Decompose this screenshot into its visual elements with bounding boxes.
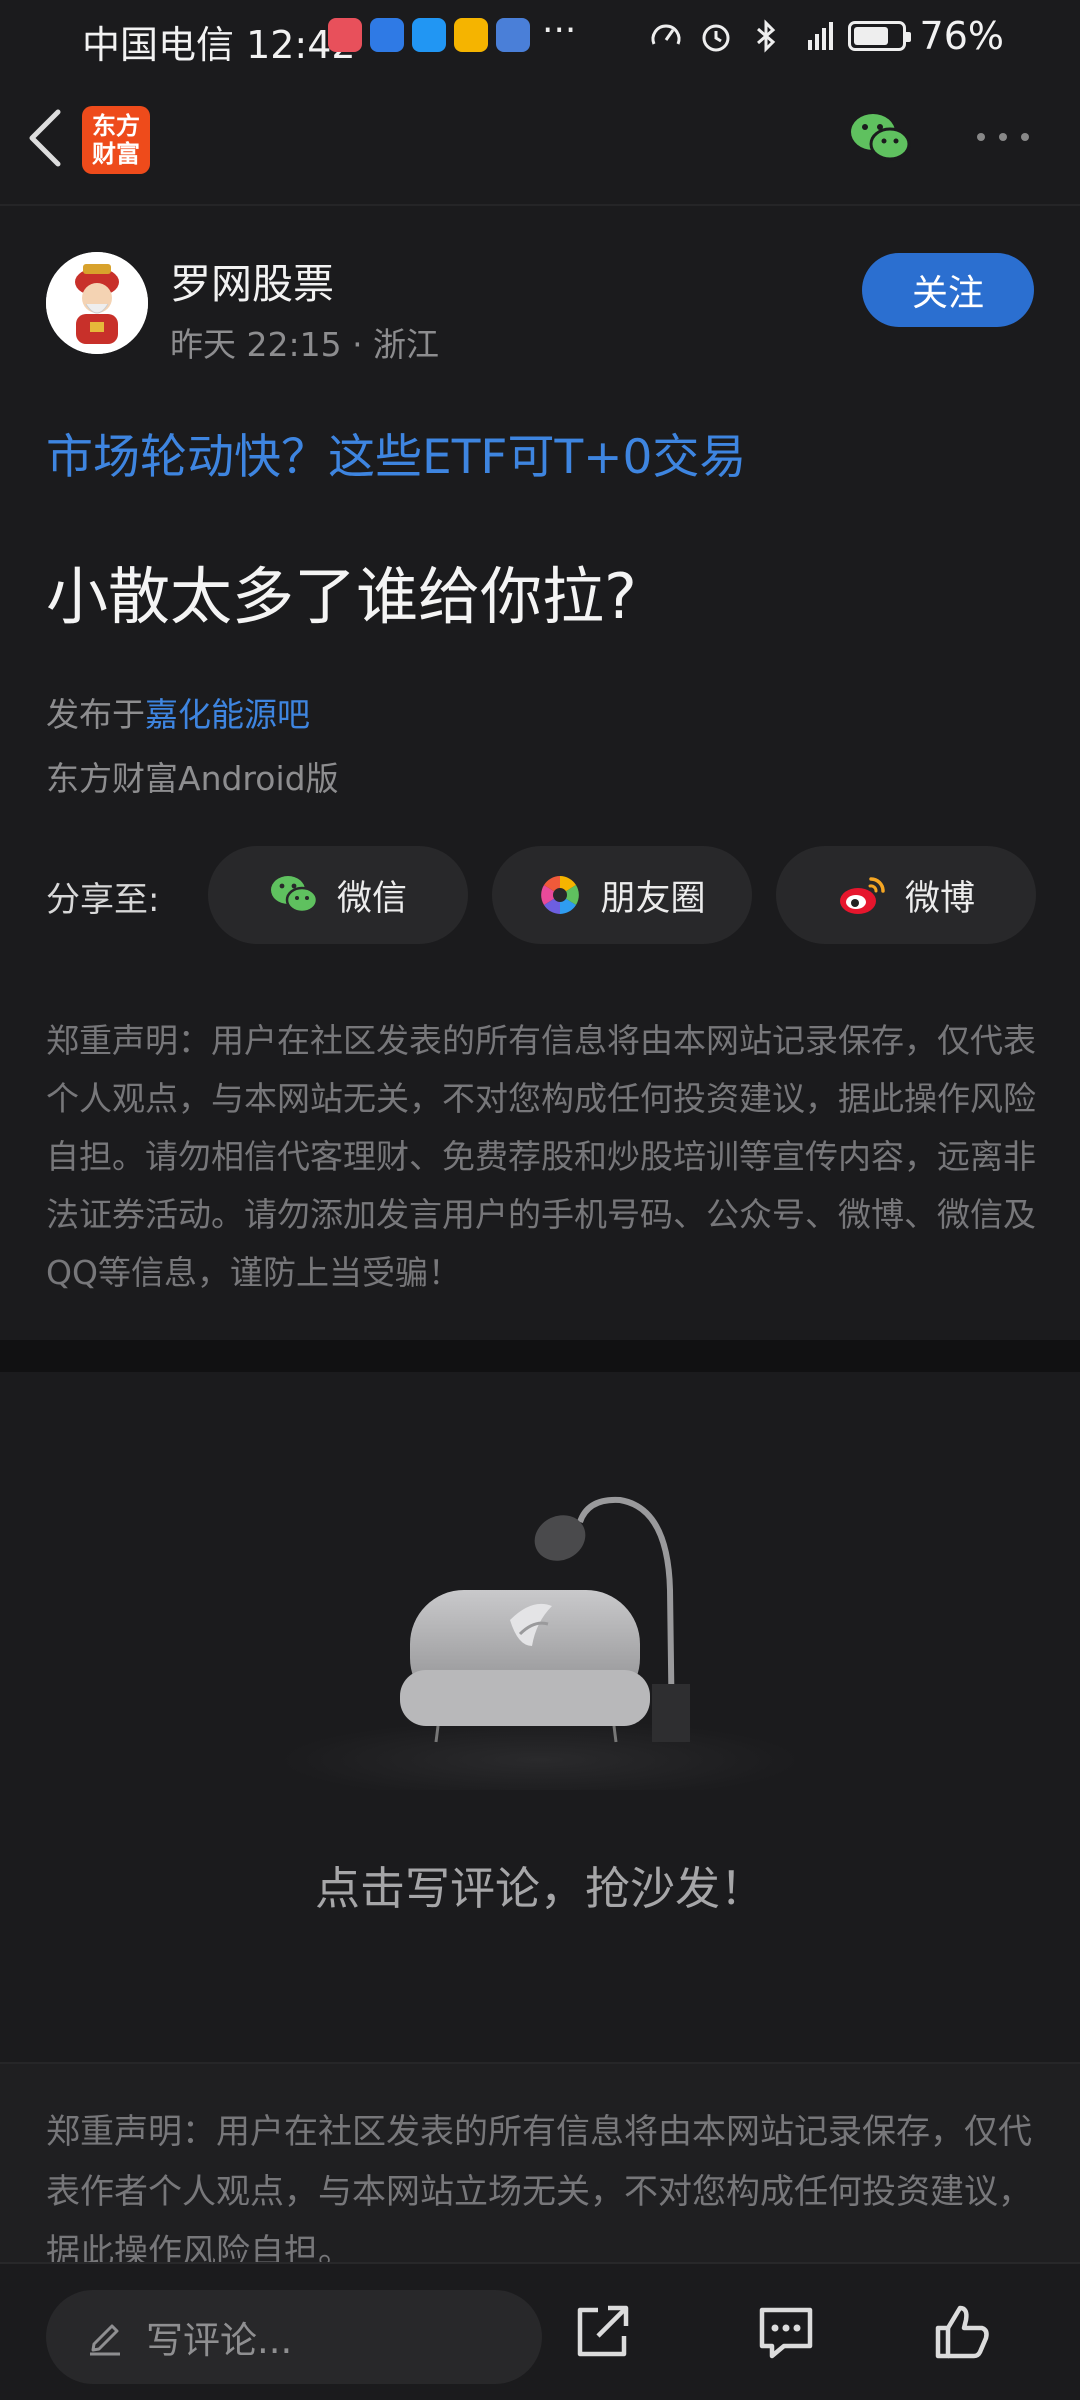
share-weibo-button[interactable]: 微博	[776, 846, 1036, 944]
wechat-icon	[270, 876, 319, 914]
avatar-image	[46, 252, 148, 354]
write-comment-prompt[interactable]: 点击写评论，抢沙发！	[0, 1852, 1080, 1917]
like-icon[interactable]	[930, 2300, 994, 2364]
wechat-share-icon[interactable]	[848, 108, 912, 168]
game-icon	[496, 18, 530, 52]
status-more: ···	[542, 10, 577, 51]
published-prefix: 发布于	[46, 695, 145, 734]
app-logo[interactable]: 东方财富	[82, 106, 150, 174]
promo-link[interactable]: 市场轮动快？这些ETF可T+0交易	[46, 418, 746, 487]
bottom-action-bar: 写评论...	[0, 2262, 1080, 2400]
post-title: 小散太多了谁给你拉?	[46, 560, 637, 633]
post-device: 东方财富Android版	[46, 759, 339, 798]
moments-icon	[541, 876, 580, 914]
section-divider	[0, 1340, 1080, 1372]
battery-icon	[847, 21, 911, 51]
pencil-icon	[90, 2324, 120, 2356]
empty-sofa-illustration	[280, 1496, 800, 1790]
disclaimer-text: 郑重声明：用户在社区发表的所有信息将由本网站记录保存，仅代表个人观点，与本网站无…	[46, 1021, 1036, 1292]
post-time-location: 昨天 22:15 · 浙江	[170, 325, 440, 364]
carrier-time: 中国电信 12:42	[82, 23, 356, 67]
share-moments-label: 朋友圈	[600, 878, 706, 919]
notification-icons	[328, 18, 530, 52]
footer-disclaimer-text: 郑重声明：用户在社区发表的所有信息将由本网站记录保存，仅代表作者个人观点，与本网…	[46, 2112, 1032, 2262]
footer-disclaimer: 郑重声明：用户在社区发表的所有信息将由本网站记录保存，仅代表作者个人观点，与本网…	[0, 2062, 1080, 2262]
weibo-icon	[839, 877, 885, 914]
author-name[interactable]: 罗网股票	[170, 250, 334, 310]
comment-icon[interactable]	[754, 2300, 818, 2364]
published-in: 发布于嘉化能源吧	[46, 688, 310, 736]
battery-percent: 76%	[919, 14, 1004, 58]
author-avatar[interactable]	[46, 252, 148, 354]
share-label: 分享至:	[46, 880, 160, 920]
signal-icon	[807, 22, 833, 50]
speed-icon	[651, 24, 681, 45]
alarm-icon	[702, 24, 730, 52]
system-icons: 76%	[648, 14, 1004, 58]
comment-placeholder: 写评论...	[146, 2319, 293, 2362]
bluetooth-icon	[756, 19, 775, 53]
huawei-store-icon	[328, 18, 362, 52]
browser-icon	[370, 18, 404, 52]
mail-icon	[454, 18, 488, 52]
back-icon[interactable]	[18, 102, 74, 174]
nav-bar: 东方财富	[0, 70, 1080, 206]
status-bar: 中国电信 12:42 ··· 76%	[0, 0, 1080, 70]
share-wechat-label: 微信	[336, 878, 407, 919]
follow-button[interactable]: 关注	[862, 253, 1034, 327]
battery-fill	[853, 27, 889, 45]
share-weibo-label: 微博	[904, 878, 975, 919]
weather-icon	[412, 18, 446, 52]
share-moments-button[interactable]: 朋友圈	[492, 846, 752, 944]
more-options-icon[interactable]	[972, 122, 1034, 152]
stock-bar-link[interactable]: 嘉化能源吧	[145, 695, 310, 734]
comment-input[interactable]: 写评论...	[46, 2290, 542, 2384]
share-out-icon[interactable]	[570, 2300, 634, 2364]
share-wechat-button[interactable]: 微信	[208, 846, 468, 944]
